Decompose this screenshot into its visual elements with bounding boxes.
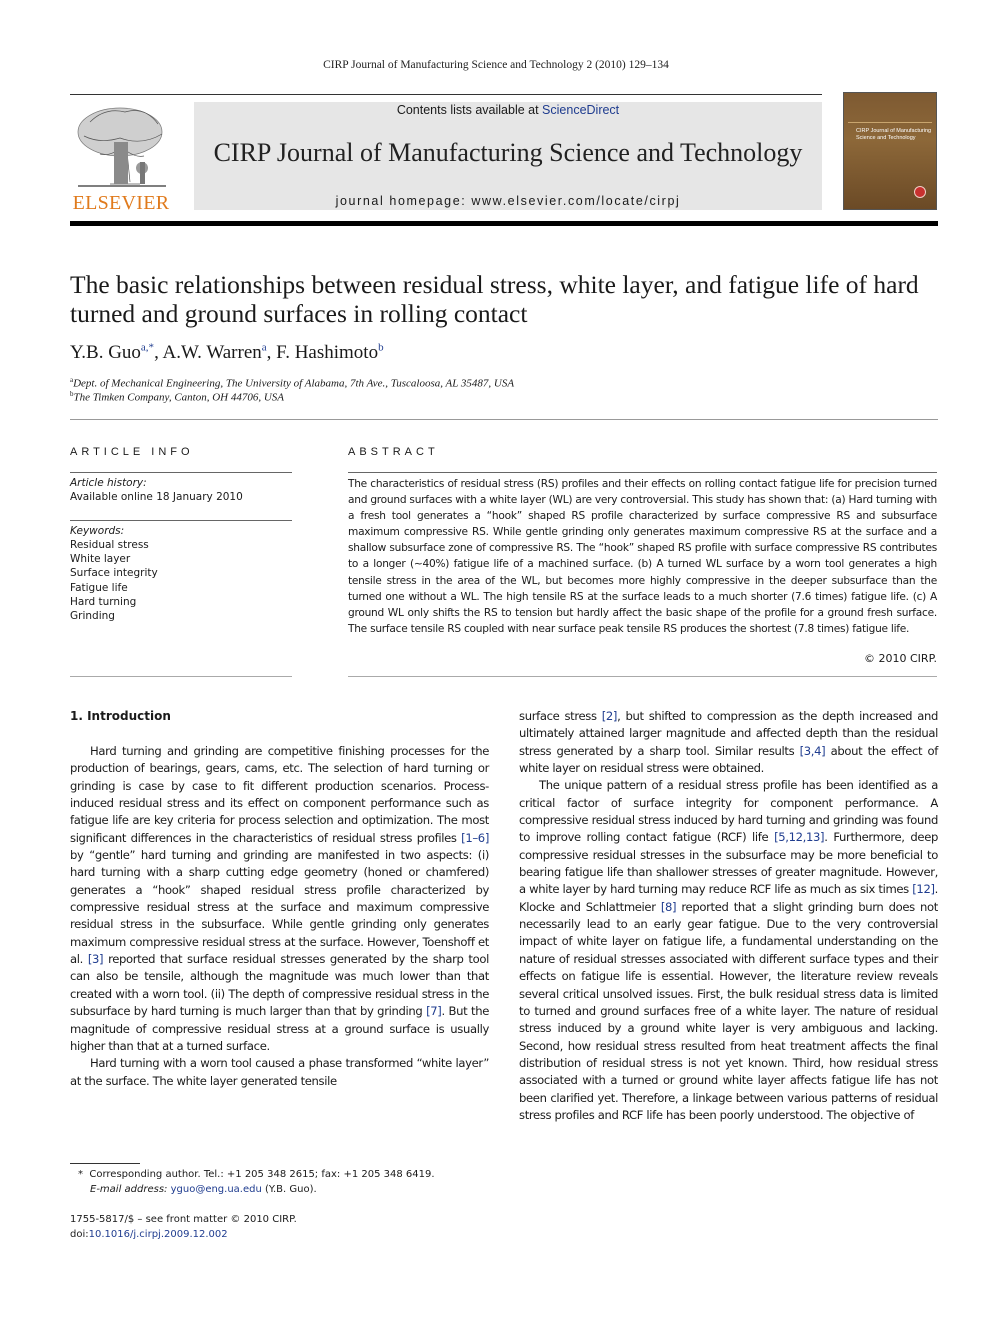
keyword-item: Surface integrity: [70, 567, 158, 580]
affiliation-text: The Timken Company, Canton, OH 44706, US…: [73, 391, 285, 404]
front-matter: 1755-5817/$ – see front matter © 2010 CI…: [70, 1212, 297, 1242]
running-head: CIRP Journal of Manufacturing Science an…: [323, 59, 669, 71]
contents-prefix: Contents lists available at: [396, 103, 543, 117]
article-history-value: Available online 18 January 2010: [70, 491, 243, 503]
article-info-rule: [70, 472, 292, 473]
keywords-label: Keywords:: [70, 525, 125, 537]
text-run: by “gentle” hard turning and grinding ar…: [70, 848, 489, 967]
author-name: Y.B. Guo: [70, 342, 141, 363]
homepage-prefix: journal homepage:: [335, 194, 472, 208]
keywords-rule: [70, 520, 292, 521]
doi-prefix: doi:: [70, 1229, 89, 1240]
keyword-item: White layer: [70, 553, 131, 566]
email-label: E-mail address:: [90, 1184, 171, 1195]
abstract-text: The characteristics of residual stress (…: [348, 478, 937, 635]
header-rule: [70, 94, 822, 95]
citation-link[interactable]: [7]: [426, 1004, 442, 1018]
keyword-list: Residual stress White layer Surface inte…: [70, 538, 158, 623]
issn-line: 1755-5817/$ – see front matter © 2010 CI…: [70, 1214, 297, 1225]
article-info-bottom-rule: [70, 676, 292, 677]
paragraph: Hard turning with a worn tool caused a p…: [70, 1056, 489, 1088]
cover-divider: [848, 122, 932, 123]
citation-link[interactable]: [3,4]: [800, 744, 826, 758]
author-affiliation-mark[interactable]: b: [378, 342, 384, 354]
body-column-left: Hard turning and grinding are competitiv…: [70, 743, 489, 1090]
footnote-rule: [70, 1163, 140, 1164]
author-name: A.W. Warren: [162, 342, 262, 363]
footnote-contact: Corresponding author. Tel.: +1 205 348 2…: [89, 1169, 435, 1180]
abstract-rule: [348, 472, 937, 473]
journal-title: CIRP Journal of Manufacturing Science an…: [213, 138, 803, 167]
author-list: Y.B. Guoa,*, A.W. Warrena, F. Hashimotob: [70, 341, 384, 363]
footnote-mark: *: [78, 1169, 83, 1180]
cover-title: CIRP Journal of Manufacturing Science an…: [856, 128, 932, 141]
corresponding-author-footnote: * Corresponding author. Tel.: +1 205 348…: [70, 1167, 490, 1197]
keyword-item: Grinding: [70, 610, 115, 623]
affiliation: bThe Timken Company, Canton, OH 44706, U…: [70, 390, 284, 404]
text-run: Hard turning and grinding are competitiv…: [70, 744, 489, 845]
email-suffix: (Y.B. Guo).: [261, 1184, 317, 1195]
author-name: F. Hashimoto: [276, 342, 379, 363]
publisher-logo-text: ELSEVIER: [72, 192, 170, 214]
affiliation: aDept. of Mechanical Engineering, The Un…: [70, 376, 514, 390]
section-heading-introduction: 1. Introduction: [70, 709, 171, 723]
keyword-item: Fatigue life: [70, 581, 128, 594]
author-affiliation-mark[interactable]: a,*: [141, 342, 154, 354]
keyword-item: Residual stress: [70, 539, 149, 551]
contents-line: Contents lists available at ScienceDirec…: [194, 103, 822, 117]
author-affiliation-mark[interactable]: a: [262, 342, 267, 354]
paragraph: Hard turning and grinding are competitiv…: [70, 743, 489, 1055]
title-block-rule: [70, 419, 938, 420]
citation-link[interactable]: [1–6]: [461, 831, 489, 845]
footnote-line: * Corresponding author. Tel.: +1 205 348…: [70, 1167, 490, 1182]
sciencedirect-link[interactable]: ScienceDirect: [542, 103, 619, 117]
citation-link[interactable]: [8]: [661, 900, 677, 914]
homepage-url-link[interactable]: www.elsevier.com/locate/cirpj: [471, 194, 680, 208]
body-column-right: surface stress [2], but shifted to compr…: [519, 708, 938, 1124]
cirp-seal-icon: [914, 186, 926, 198]
text-run: surface stress: [519, 709, 602, 723]
paragraph: The unique pattern of a residual stress …: [519, 777, 938, 1124]
citation-link[interactable]: [3]: [88, 952, 104, 966]
email-link[interactable]: yguo@eng.ua.edu: [171, 1184, 262, 1195]
journal-homepage: journal homepage: www.elsevier.com/locat…: [194, 194, 822, 208]
abstract-copyright: © 2010 CIRP.: [864, 652, 937, 665]
article-history-label: Article history:: [70, 477, 147, 489]
keyword-item: Hard turning: [70, 595, 137, 608]
citation-link[interactable]: [5,12,13]: [774, 830, 825, 844]
citation-link[interactable]: [12]: [912, 882, 935, 896]
doi-link[interactable]: 10.1016/j.cirpj.2009.12.002: [89, 1229, 228, 1240]
abstract-bottom-rule: [348, 676, 937, 677]
citation-link[interactable]: [2]: [602, 709, 618, 723]
text-run: reported that a slight grinding burn doe…: [519, 899, 938, 1122]
affiliation-text: Dept. of Mechanical Engineering, The Uni…: [73, 377, 515, 390]
abstract-heading: ABSTRACT: [348, 446, 439, 458]
banner-thick-rule: [70, 221, 938, 226]
doi-line: doi:10.1016/j.cirpj.2009.12.002: [70, 1227, 297, 1242]
article-info-heading: ARTICLE INFO: [70, 446, 194, 458]
footnote-email-line: E-mail address: yguo@eng.ua.edu (Y.B. Gu…: [70, 1182, 490, 1197]
paragraph: surface stress [2], but shifted to compr…: [519, 708, 938, 777]
article-title: The basic relationships between residual…: [70, 270, 919, 328]
